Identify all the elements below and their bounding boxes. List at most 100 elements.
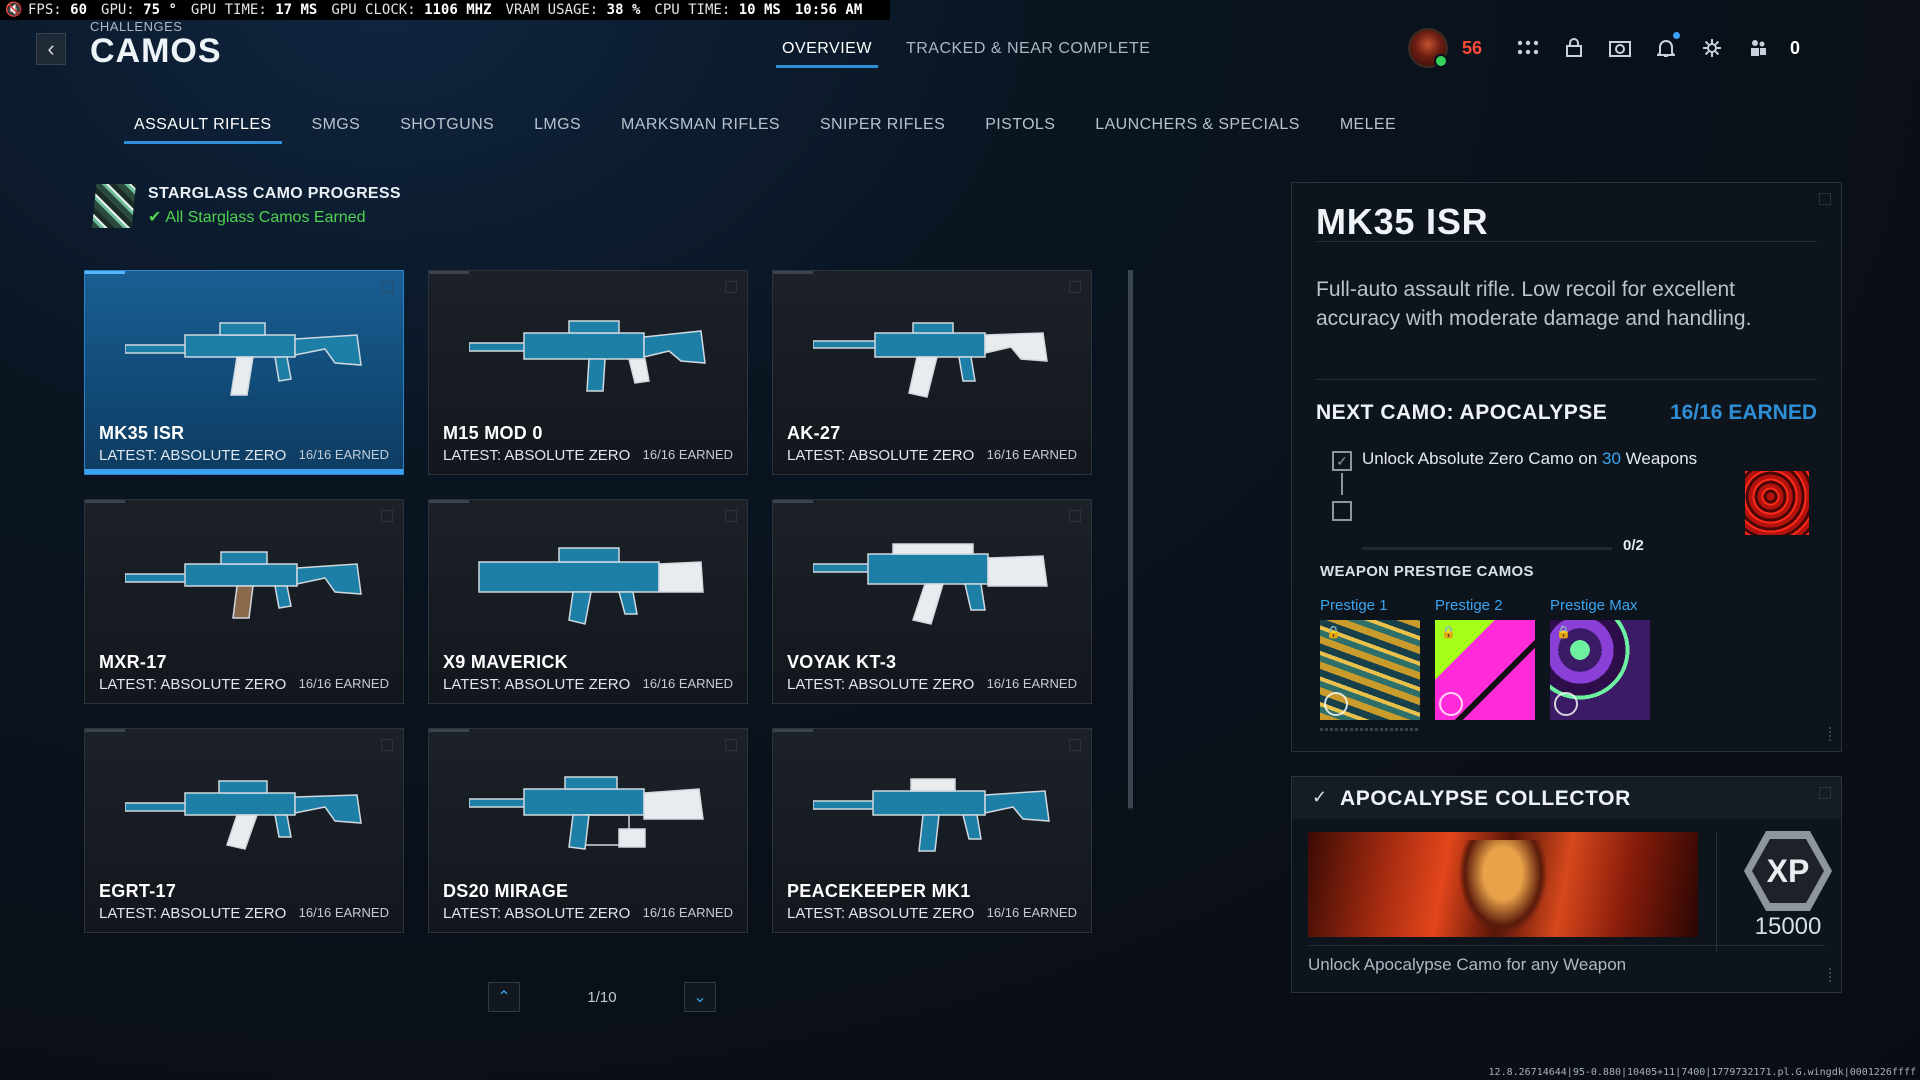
gpu-time-readout: GPU TIME: 17 MS (190, 2, 318, 18)
starglass-status: ✔ All Starglass Camos Earned (148, 209, 366, 226)
rifle-icon (813, 543, 1048, 625)
lock-icon: 🔒 (1556, 625, 1571, 639)
lock-icon: 🔒 (1326, 625, 1341, 639)
starglass-title: STARGLASS CAMO PROGRESS (148, 185, 401, 202)
weapon-latest-camo: LATEST: ABSOLUTE ZERO (443, 676, 631, 693)
weapon-earned-count: 16/16 EARNED (642, 905, 733, 920)
friends-icon[interactable] (1744, 34, 1772, 62)
tab-launchers-specials[interactable]: LAUNCHERS & SPECIALS (1095, 116, 1300, 144)
task-checkbox-unchecked (1332, 501, 1352, 521)
lock-icon: 🔒 (1441, 625, 1456, 639)
weapon-card[interactable]: X9 MAVERICK LATEST: ABSOLUTE ZERO 16/16 … (428, 499, 748, 704)
weapon-card[interactable]: M15 MOD 0 LATEST: ABSOLUTE ZERO 16/16 EA… (428, 270, 748, 475)
starglass-progress: STARGLASS CAMO PROGRESS ✔ All Starglass C… (92, 184, 401, 228)
prestige-icon (1554, 692, 1578, 716)
chevron-down-icon: ⌄ (693, 989, 707, 1006)
tab-smgs[interactable]: SMGS (312, 116, 361, 144)
tab-tracked[interactable]: TRACKED & NEAR COMPLETE (906, 40, 1150, 68)
prestige-icon (1439, 692, 1463, 716)
page-title: CAMOS (90, 32, 222, 70)
top-tabs: OVERVIEW TRACKED & NEAR COMPLETE (776, 40, 1150, 68)
tab-sniper-rifles[interactable]: SNIPER RIFLES (820, 116, 945, 144)
divider (1316, 379, 1817, 380)
weapon-earned-count: 16/16 EARNED (642, 676, 733, 691)
rifle-icon (469, 776, 704, 850)
tab-shotguns[interactable]: SHOTGUNS (400, 116, 494, 144)
fps-readout: FPS: 60 (28, 2, 88, 18)
weapon-detail-panel: MK35 ISR Full-auto assault rifle. Low re… (1291, 182, 1842, 752)
weapon-grid-scrollbar[interactable] (1128, 270, 1133, 810)
divider (1316, 241, 1817, 242)
page-down-button[interactable]: ⌄ (684, 982, 716, 1012)
weapon-name: X9 MAVERICK (443, 652, 568, 672)
weapon-card[interactable]: DS20 MIRAGE LATEST: ABSOLUTE ZERO 16/16 … (428, 728, 748, 933)
prestige-camo-2[interactable]: Prestige 2 🔒 (1435, 597, 1535, 720)
weapon-name: DS20 MIRAGE (443, 881, 569, 901)
settings-gear-icon[interactable] (1698, 34, 1726, 62)
xp-reward-value: 15000 (1754, 913, 1822, 940)
notification-dot (1672, 32, 1680, 39)
tab-melee[interactable]: MELEE (1340, 116, 1396, 144)
performance-overlay: 🔇 FPS: 60 GPU: 75 ° GPU TIME: 17 MS GPU … (0, 0, 891, 20)
notification-bell-icon[interactable] (1652, 32, 1680, 62)
player-emblem[interactable] (1407, 28, 1448, 68)
weapon-card[interactable]: MK35 ISR LATEST: ABSOLUTE ZERO 16/16 EAR… (84, 270, 404, 475)
rifle-icon (469, 320, 706, 392)
weapon-name: MK35 ISR (99, 423, 185, 443)
mute-icon: 🔇 (5, 2, 23, 18)
tab-marksman-rifles[interactable]: MARKSMAN RIFLES (621, 116, 780, 144)
collector-challenge-panel: ✓ APOCALYPSE COLLECTOR XP 15000 Unlock A… (1291, 776, 1842, 993)
detail-weapon-title: MK35 ISR (1316, 201, 1489, 242)
menu-grid-icon[interactable] (1514, 34, 1542, 62)
xp-badge-icon: XP (1744, 831, 1832, 911)
weapon-name: PEACEKEEPER MK1 (787, 881, 971, 901)
weapon-latest-camo: LATEST: ABSOLUTE ZERO (787, 676, 975, 693)
tab-lmgs[interactable]: LMGS (534, 116, 581, 144)
weapon-card[interactable]: MXR-17 LATEST: ABSOLUTE ZERO 16/16 EARNE… (84, 499, 404, 704)
weapon-latest-camo: LATEST: ABSOLUTE ZERO (443, 447, 631, 464)
next-camo-label: NEXT CAMO: APOCALYPSE (1316, 401, 1608, 424)
rifle-icon (813, 778, 1050, 852)
prestige-icon (1324, 692, 1348, 716)
rifle-icon (125, 780, 362, 850)
weapon-name: EGRT-17 (99, 881, 177, 901)
collector-description: Unlock Apocalypse Camo for any Weapon (1308, 955, 1627, 974)
back-button[interactable]: ‹ (36, 33, 66, 65)
gpu-clock-readout: GPU CLOCK: 1106 MHZ (331, 2, 492, 18)
hud-toolbar: 56 0 (1407, 28, 1800, 68)
clock-readout: 10:56 AM (794, 2, 863, 18)
weapon-card[interactable]: VOYAK KT-3 LATEST: ABSOLUTE ZERO 16/16 E… (772, 499, 1092, 704)
page-up-button[interactable]: ⌃ (488, 982, 520, 1012)
weapon-earned-count: 16/16 EARNED (986, 676, 1077, 691)
prestige-camo-max[interactable]: Prestige Max 🔒 (1550, 597, 1650, 720)
store-icon[interactable] (1560, 34, 1588, 62)
rifle-icon (813, 322, 1048, 398)
apocalypse-camo-swatch[interactable] (1745, 471, 1809, 535)
task-progress-text: 0/2 (1623, 537, 1644, 554)
next-camo-earned: 16/16 EARNED (1669, 401, 1817, 424)
checkmark-icon: ✓ (1312, 787, 1328, 807)
weapon-card[interactable]: AK-27 LATEST: ABSOLUTE ZERO 16/16 EARNED (772, 270, 1092, 475)
detail-weapon-description: Full-auto assault rifle. Low recoil for … (1316, 278, 1752, 330)
camo-task: Unlock Absolute Zero Camo on 30 Weapons (1362, 449, 1698, 468)
weapon-category-tabs: ASSAULT RIFLES SMGS SHOTGUNS LMGS MARKSM… (124, 116, 1396, 144)
tab-pistols[interactable]: PISTOLS (985, 116, 1055, 144)
prestige-camos-header: WEAPON PRESTIGE CAMOS (1320, 563, 1534, 580)
weapon-card[interactable]: EGRT-17 LATEST: ABSOLUTE ZERO 16/16 EARN… (84, 728, 404, 933)
tab-assault-rifles[interactable]: ASSAULT RIFLES (124, 116, 281, 144)
scrollbar-thumb[interactable] (1128, 270, 1133, 808)
weapon-latest-camo: LATEST: ABSOLUTE ZERO (99, 676, 287, 693)
vram-readout: VRAM USAGE: 38 % (505, 2, 641, 18)
chevron-left-icon: ‹ (47, 36, 55, 61)
camera-icon[interactable] (1606, 34, 1634, 62)
tab-overview[interactable]: OVERVIEW (776, 40, 878, 68)
weapon-earned-count: 16/16 EARNED (298, 905, 389, 920)
weapon-earned-count: 16/16 EARNED (642, 447, 733, 462)
weapon-card[interactable]: PEACEKEEPER MK1 LATEST: ABSOLUTE ZERO 16… (772, 728, 1092, 933)
task-checkbox-checked: ✓ (1332, 451, 1352, 471)
starglass-camo-thumbnail (92, 184, 136, 228)
prestige-camo-1[interactable]: Prestige 1 🔒 (1320, 597, 1420, 720)
online-status-dot (1433, 54, 1448, 68)
weapon-latest-camo: LATEST: ABSOLUTE ZERO (99, 447, 287, 464)
build-version: 12.8.26714644|95-0.880|10405+11|7400|177… (1488, 1067, 1916, 1078)
